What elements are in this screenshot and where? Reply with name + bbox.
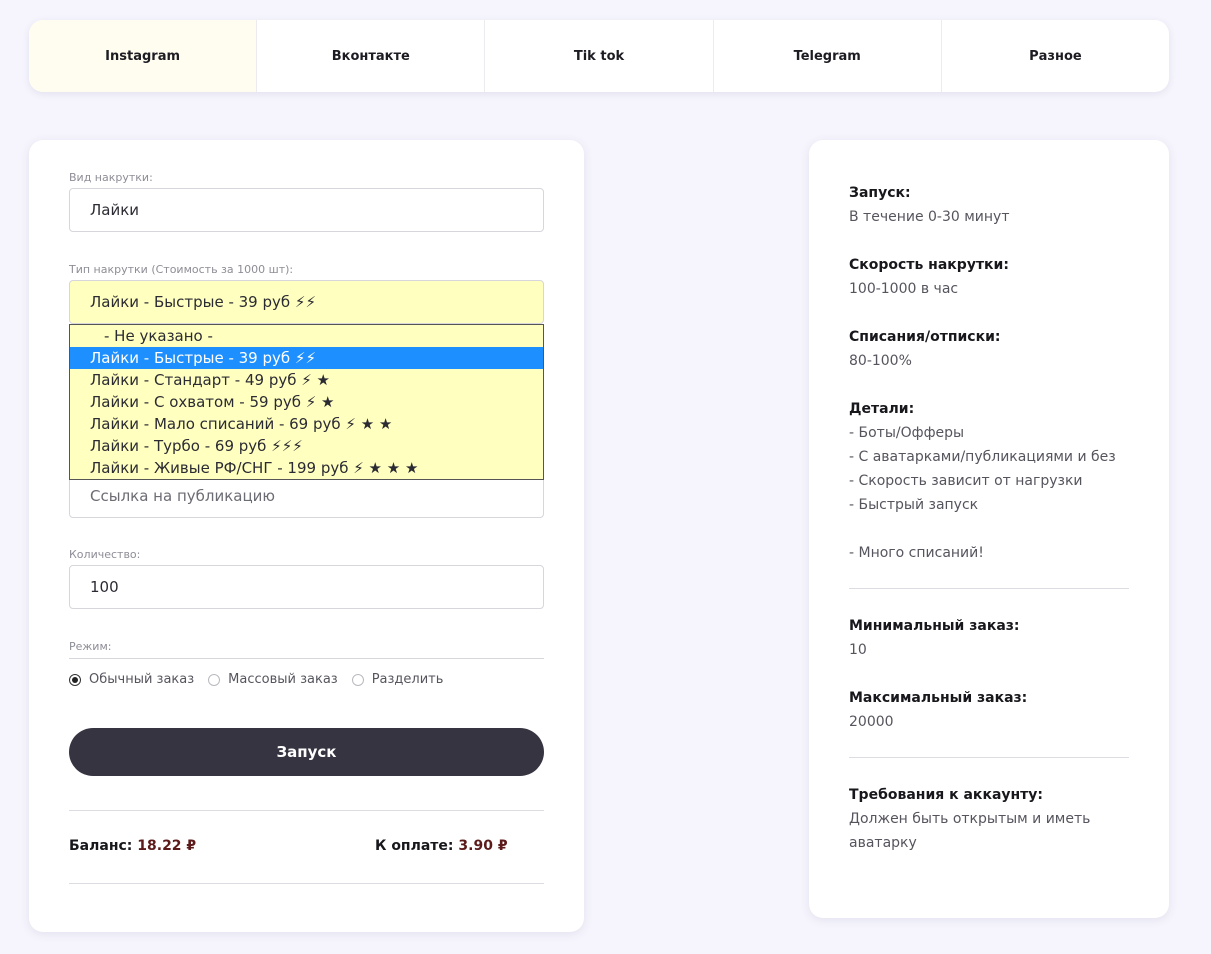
balance: Баланс: 18.22 ₽ [69,838,196,854]
kind-label: Вид накрутки: [69,171,153,184]
mode-normal-radio[interactable]: Обычный заказ [69,672,194,687]
radio-label: Разделить [371,672,444,687]
details-line: - Боты/Офферы [849,425,965,441]
mode-label: Режим: [69,640,112,653]
info-min: Минимальный заказ: 10 [849,614,1134,662]
divider [849,757,1129,758]
info-speed: Скорость накрутки: 100-1000 в час [849,253,1134,301]
divider [849,588,1129,589]
dropdown-option[interactable]: Лайки - Стандарт - 49 руб ⚡ ★ [70,369,543,391]
type-label: Тип накрутки (Стоимость за 1000 шт): [69,263,294,276]
info-requirements: Требования к аккаунту: Должен быть откры… [849,783,1134,855]
tab-vkontakte[interactable]: Вконтакте [257,20,486,92]
radio-dot[interactable] [69,673,81,686]
details-line: - Скорость зависит от нагрузки [849,473,1083,489]
order-form-panel: Вид накрутки: Лайки Тип накрутки (Стоимо… [29,140,584,932]
type-select[interactable]: Лайки - Быстрые - 39 руб ⚡⚡ [69,280,544,324]
info-text: Должен быть открытым и иметь аватарку [849,811,1091,851]
info-details: Детали: - Боты/Офферы - С аватарками/пуб… [849,397,1134,565]
kind-select[interactable]: Лайки [69,188,544,232]
mode-split-radio[interactable]: Разделить [351,672,444,687]
tab-instagram[interactable]: Instagram [29,20,258,92]
dropdown-option[interactable]: Лайки - Турбо - 69 руб ⚡⚡⚡ [70,435,543,457]
balance-value: 18.22 ₽ [137,838,197,854]
radio-label: Обычный заказ [89,672,195,687]
info-drop: Списания/отписки: 80-100% [849,325,1134,373]
dropdown-option[interactable]: Лайки - С охватом - 59 руб ⚡ ★ [70,391,543,413]
info-heading: Списания/отписки: [849,329,1001,345]
dropdown-option[interactable]: Лайки - Живые РФ/СНГ - 199 руб ⚡ ★ ★ ★ [70,457,543,479]
balance-label: Баланс: [69,838,133,854]
info-text: 10 [849,642,867,658]
link-input[interactable]: Ссылка на публикацию [69,474,544,518]
radio-label: Массовый заказ [228,672,338,687]
dropdown-option[interactable]: - Не указано - [70,325,543,347]
details-line: - С аватарками/публикациями и без [849,449,1116,465]
info-start: Запуск: В течение 0-30 минут [849,181,1134,229]
info-text: В течение 0-30 минут [849,209,1010,225]
mode-radio-group: Обычный заказ Массовый заказ Разделить [69,672,457,687]
tab-tiktok[interactable]: Tik tok [485,20,714,92]
radio-dot[interactable] [208,673,221,686]
launch-button[interactable]: Запуск [69,728,544,776]
info-heading: Детали: [849,401,915,417]
info-heading: Максимальный заказ: [849,690,1028,706]
service-info-panel: Запуск: В течение 0-30 минут Скорость на… [809,140,1169,918]
info-text: 20000 [849,714,894,730]
qty-label: Количество: [69,548,141,561]
details-line [849,517,1134,541]
details-line: - Быстрый запуск [849,497,979,513]
info-text: 80-100% [849,353,912,369]
details-line: - Много списаний! [849,545,984,561]
info-heading: Требования к аккаунту: [849,787,1044,803]
dropdown-option[interactable]: Лайки - Мало списаний - 69 руб ⚡ ★ ★ [70,413,543,435]
platform-tabs: Instagram Вконтакте Tik tok Telegram Раз… [29,20,1169,92]
payment: К оплате: 3.90 ₽ [375,838,508,854]
mode-mass-radio[interactable]: Массовый заказ [208,672,338,687]
tab-other[interactable]: Разное [942,20,1169,92]
pay-value: 3.90 ₽ [458,838,508,854]
info-heading: Минимальный заказ: [849,618,1020,634]
radio-dot[interactable] [351,673,364,686]
divider [69,810,544,811]
divider [69,883,544,884]
tab-telegram[interactable]: Telegram [714,20,942,92]
divider [69,658,544,659]
pay-label: К оплате: [375,838,454,854]
info-heading: Запуск: [849,185,911,201]
info-text: 100-1000 в час [849,281,959,297]
dropdown-option-selected[interactable]: Лайки - Быстрые - 39 руб ⚡⚡ [70,347,543,369]
type-dropdown-list[interactable]: - Не указано - Лайки - Быстрые - 39 руб … [69,324,544,480]
info-max: Максимальный заказ: 20000 [849,686,1134,734]
info-heading: Скорость накрутки: [849,257,1009,273]
quantity-input[interactable]: 100 [69,565,544,609]
